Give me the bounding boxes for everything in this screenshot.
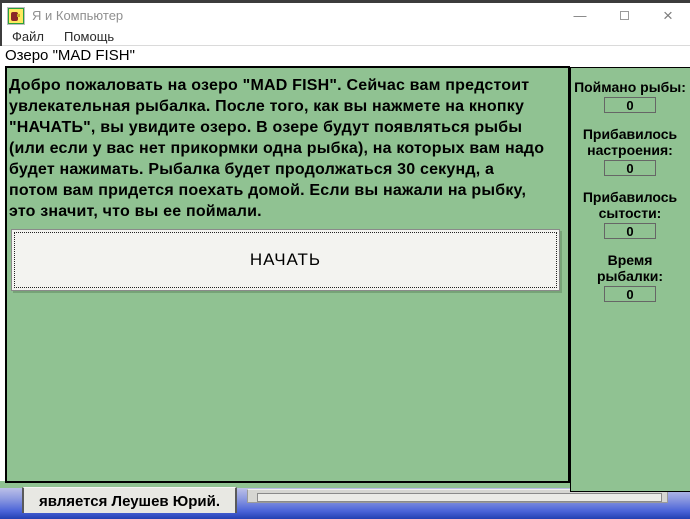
- window-controls: — ×: [558, 3, 690, 28]
- title-bar: Я и Компьютер — ×: [2, 3, 690, 28]
- counter-label: Прибавилось настроения:: [582, 126, 678, 158]
- counter-satiety-gained: Прибавилось сытости: 0: [571, 189, 689, 241]
- main-panel: Добро пожаловать на озеро "MAD FISH". Се…: [5, 66, 570, 483]
- lake-caption: Озеро "MAD FISH": [5, 47, 135, 64]
- minimize-icon: —: [573, 8, 587, 23]
- welcome-text: Добро пожаловать на озеро "MAD FISH". Се…: [9, 75, 568, 222]
- counter-label: Время рыбалки:: [596, 252, 664, 284]
- counter-value-box: 0: [604, 97, 656, 113]
- maximize-button[interactable]: [602, 3, 646, 28]
- welcome-text-line: увлекательная рыбалка. После того, как в…: [9, 98, 525, 115]
- counter-fish-caught: Поймано рыбы: 0: [571, 79, 689, 115]
- welcome-text-line: это значит, что вы ее поймали.: [9, 203, 262, 220]
- welcome-text-line: Добро пожаловать на озеро "MAD FISH". Се…: [9, 77, 530, 94]
- counter-label: Прибавилось сытости:: [582, 189, 678, 221]
- close-button[interactable]: ×: [646, 3, 690, 28]
- window-border-top: [0, 0, 690, 3]
- app-window: Я и Компьютер — × Файл Помощь Озеро "MAD…: [0, 0, 690, 519]
- counter-value-box: 0: [604, 286, 656, 302]
- window-title: Я и Компьютер: [32, 8, 124, 23]
- maximize-icon: [619, 11, 629, 20]
- welcome-text-line: потом вам придется поехать домой. Если в…: [9, 182, 527, 199]
- start-button[interactable]: НАЧАТЬ: [11, 229, 560, 291]
- menu-item-file[interactable]: Файл: [12, 29, 44, 44]
- stats-panel: Поймано рыбы: 0 Прибавилось настроения: …: [570, 67, 690, 492]
- counter-value-box: 0: [604, 223, 656, 239]
- welcome-text-line: (или если у вас нет прикормки одна рыбка…: [9, 140, 545, 157]
- close-icon: ×: [663, 5, 673, 25]
- window-border-left: [0, 0, 2, 46]
- footer-bar-groove: [257, 493, 662, 502]
- counter-value-box: 0: [604, 160, 656, 176]
- welcome-text-line: будет нажимать. Рыбалка будет продолжать…: [9, 161, 495, 178]
- author-label: является Леушев Юрий.: [22, 487, 237, 513]
- counter-label: Поймано рыбы:: [574, 79, 686, 95]
- menu-item-help[interactable]: Помощь: [64, 29, 114, 44]
- app-icon-dot: [17, 13, 20, 17]
- minimize-button[interactable]: —: [558, 3, 602, 28]
- welcome-text-line: "НАЧАТЬ", вы увидите озеро. В озере буду…: [9, 119, 523, 136]
- counter-mood-gained: Прибавилось настроения: 0: [571, 126, 689, 178]
- counter-fishing-time: Время рыбалки: 0: [571, 252, 689, 304]
- app-icon: [8, 7, 24, 24]
- menu-bar: Файл Помощь: [0, 28, 690, 46]
